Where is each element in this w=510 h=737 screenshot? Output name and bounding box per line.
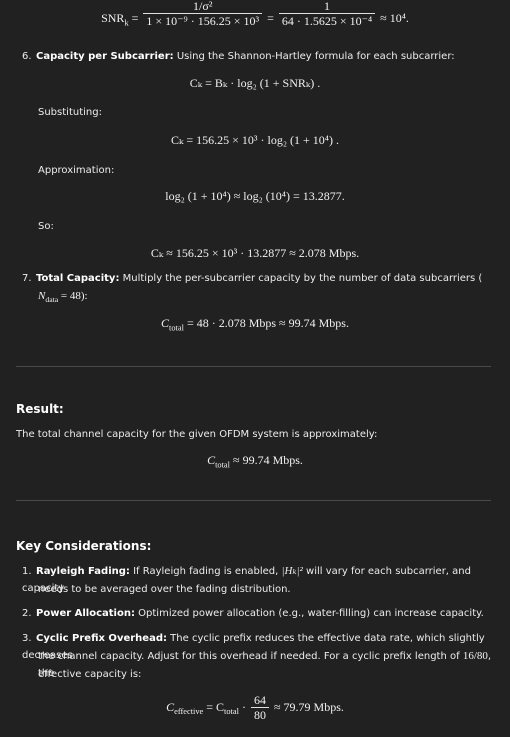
result-formula: Ctotal ≈ 99.74 Mbps.: [207, 453, 303, 470]
capacity-formula: Cₖ = Bₖ · log₂ (1 + SNRₖ) .: [189, 76, 321, 90]
consideration-2: 2. Power Allocation: Optimized power allo…: [22, 608, 484, 619]
consideration-3-line-3: effective capacity is:: [38, 669, 142, 680]
step-6: 6. Capacity per Subcarrier: Using the Sha…: [22, 51, 455, 62]
substituting-label: Substituting:: [38, 107, 102, 118]
substituting-formula: Cₖ = 156.25 × 10³ · log₂ (1 + 10⁴) .: [171, 133, 339, 147]
approximation-label: Approximation:: [38, 165, 115, 176]
section-divider-2: [16, 500, 491, 501]
snr-lhs: SNRk: [101, 10, 129, 28]
snr-fraction-2: 1 64 · 1.5625 × 10⁻⁴: [278, 0, 376, 28]
so-formula: Cₖ ≈ 156.25 × 10³ · 13.2877 ≈ 2.078 Mbps…: [150, 246, 360, 260]
snr-fraction-1: 1/σ² 1 × 10⁻⁹ · 156.25 × 10³: [143, 0, 263, 28]
consideration-1-continued: needs to be averaged over the fading dis…: [38, 584, 291, 595]
snr-equation: SNRk = 1/σ² 1 × 10⁻⁹ · 156.25 × 10³ = 1 …: [101, 0, 409, 28]
step-7: 7. Total Capacity: Multiply the per-subca…: [22, 273, 483, 284]
step-7-continued: Ndata = 48):: [38, 290, 88, 305]
result-text: The total channel capacity for the given…: [16, 429, 378, 440]
effective-fraction: 64 80: [250, 694, 269, 722]
so-label: So:: [38, 221, 54, 232]
approximation-formula: log₂ (1 + 10⁴) ≈ log₂ (10⁴) = 13.2877.: [165, 189, 345, 203]
result-heading: Result:: [16, 402, 64, 416]
effective-capacity-formula: Ceffective = Ctotal · 64 80 ≈ 79.79 Mbps…: [166, 693, 344, 722]
section-divider-1: [16, 366, 491, 367]
total-capacity-formula: Ctotal = 48 · 2.078 Mbps ≈ 99.74 Mbps.: [161, 316, 349, 333]
considerations-heading: Key Considerations:: [16, 539, 152, 553]
